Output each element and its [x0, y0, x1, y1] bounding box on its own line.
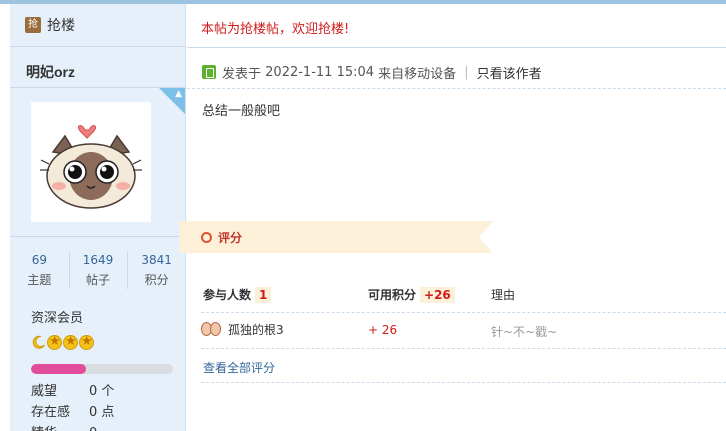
- grab-floor-label: 抢楼: [47, 18, 75, 34]
- rating-row-reason: 针~不~戳~: [491, 325, 558, 339]
- rating-banner: 评分: [179, 221, 493, 253]
- sidebar-divider: [10, 46, 186, 47]
- author-username-link[interactable]: 明妃orz: [26, 62, 75, 82]
- rater-name: 孤独的根3: [228, 322, 284, 337]
- attr-key: 精华: [31, 422, 89, 431]
- reason-label: 理由: [491, 288, 516, 302]
- stat-value: 1649: [82, 253, 114, 267]
- grab-floor-icon: 抢: [25, 17, 41, 33]
- attr-key: 存在感: [31, 405, 71, 420]
- participants-label: 参与人数: [203, 288, 252, 302]
- stat-value: 3841: [141, 253, 172, 267]
- attr-prestige: 威望 0 个: [31, 380, 114, 399]
- grab-floor-header: 抢 抢楼: [10, 4, 186, 46]
- star-icon: ★: [79, 334, 94, 350]
- stat-label: 帖子: [86, 273, 111, 287]
- posted-from: 来自移动设备: [378, 66, 457, 82]
- attr-presence: 存在感 0 点: [31, 401, 114, 420]
- rating-title: 评分: [218, 230, 243, 245]
- stat-value: 69: [31, 253, 47, 267]
- rank-level-icons: ★ ★ ★: [31, 334, 94, 350]
- mobile-device-icon: [202, 65, 216, 79]
- attr-value: 0 点: [89, 405, 115, 420]
- attr-key: 威望: [31, 384, 58, 399]
- star-icon: ★: [47, 334, 62, 350]
- user-rank: 资深会员: [31, 311, 84, 326]
- android-glyph: ▲: [175, 89, 182, 99]
- rating-row-user[interactable]: 孤独的根3: [201, 320, 284, 338]
- attr-value: 0 个: [89, 384, 115, 399]
- rank-progress-bar: [31, 364, 173, 374]
- author-sidebar: 抢 抢楼 明妃orz ▲ 69 主题 1649 帖子 3841 积分 资深会员 …: [10, 4, 186, 431]
- sidebar-divider: [10, 236, 186, 237]
- rater-avatar: [201, 320, 223, 338]
- notice-divider: [187, 47, 726, 48]
- attr-digest: 精华0: [31, 422, 97, 431]
- rating-divider: [201, 382, 726, 383]
- post-content: 总结一般般吧: [202, 104, 281, 119]
- stat-label: 积分: [144, 273, 169, 287]
- only-author-link[interactable]: 只看该作者: [477, 63, 542, 82]
- rating-divider: [201, 312, 726, 313]
- cat-avatar-image: [40, 125, 142, 209]
- stat-posts[interactable]: 1649 帖子: [68, 247, 128, 293]
- posted-time: 2022-1-11 15:04: [265, 64, 375, 80]
- author-stats: 69 主题 1649 帖子 3841 积分: [10, 247, 186, 293]
- rank-progress-fill: [31, 364, 87, 374]
- moon-icon: [31, 335, 46, 350]
- posted-prefix: 发表于: [222, 66, 262, 82]
- rating-reason-header: 理由: [491, 286, 515, 303]
- stat-credits[interactable]: 3841 积分: [127, 247, 186, 293]
- grab-floor-notice: 本帖为抢楼帖，欢迎抢楼!: [201, 22, 350, 37]
- points-label: 可用积分: [368, 288, 417, 302]
- stat-topics[interactable]: 69 主题: [10, 247, 69, 293]
- meta-divider: [187, 88, 726, 89]
- post-body: 本帖为抢楼帖，欢迎抢楼! 发表于 2022-1-11 15:04 来自移动设备 …: [179, 4, 726, 431]
- post-meta: 发表于 2022-1-11 15:04 来自移动设备 | 只看该作者: [202, 62, 542, 82]
- meta-pipe: |: [464, 64, 469, 80]
- rating-points-header: 可用积分 +26: [368, 286, 455, 303]
- rating-divider: [201, 348, 726, 349]
- rating-row-score: + 26: [368, 323, 398, 337]
- rating-circle-icon: [201, 231, 212, 243]
- attr-value: 0: [89, 426, 97, 431]
- points-value: +26: [420, 286, 455, 303]
- participants-count: 1: [255, 286, 272, 303]
- view-all-ratings-link[interactable]: 查看全部评分: [203, 359, 275, 376]
- author-avatar[interactable]: [31, 102, 151, 222]
- stat-label: 主题: [27, 273, 52, 287]
- rating-participants-header: 参与人数 1: [203, 286, 272, 303]
- star-icon: ★: [63, 334, 78, 350]
